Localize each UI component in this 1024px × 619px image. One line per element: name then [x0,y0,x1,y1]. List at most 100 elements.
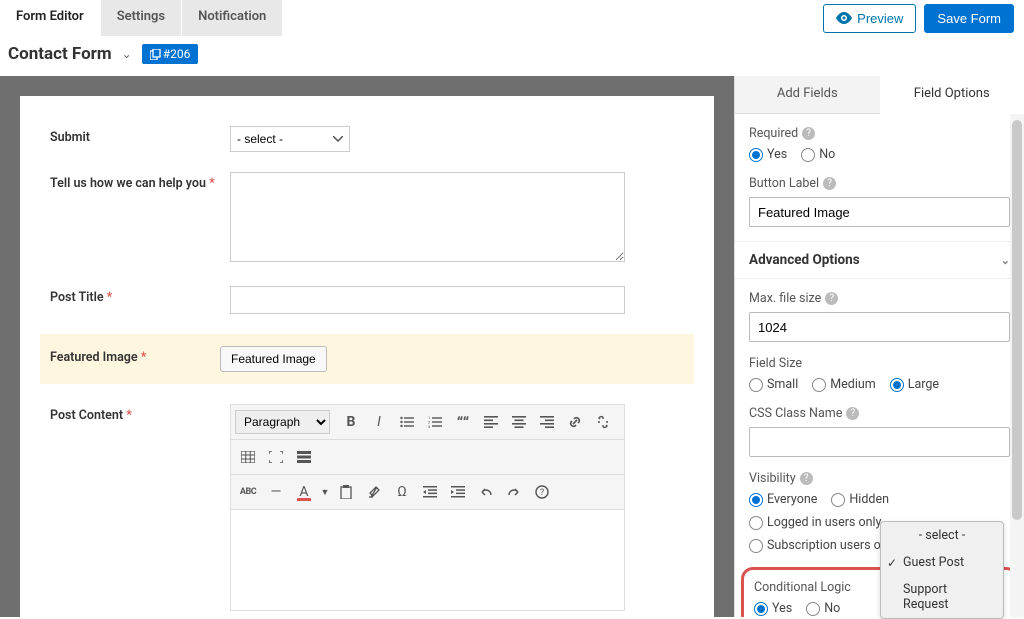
radio-vis-logged[interactable]: Logged in users only [749,515,881,530]
special-char-icon[interactable]: Ω [389,479,415,505]
radio-required-no[interactable]: No [801,147,835,162]
help-icon[interactable]: ? [825,292,838,305]
label-conditional: Conditional Logic [754,580,851,595]
help-textarea[interactable] [230,172,625,262]
field-help[interactable]: Tell us how we can help you * [50,172,684,266]
advanced-options-header[interactable]: Advanced Options ⌄ [735,241,1024,279]
cond-value-dropdown: - select - ✓Guest Post Support Request [880,521,1004,619]
help-icon[interactable]: ? [529,479,555,505]
bullet-list-icon[interactable] [394,409,420,435]
chevron-down-icon[interactable]: ⌄ [122,47,132,61]
field-label: Submit [50,126,230,152]
group-max-size: Max. file size ? [749,291,1010,342]
clear-format-icon[interactable] [361,479,387,505]
help-icon[interactable]: ? [823,177,836,190]
label-required: Required [749,126,798,141]
rte-toolbar-2 [231,440,624,475]
undo-icon[interactable] [473,479,499,505]
label-field-size: Field Size [749,356,802,371]
bold-icon[interactable]: B [338,409,364,435]
field-label: Post Title * [50,286,230,314]
form-canvas: Submit - select - Tell us how we can hel… [20,96,714,617]
radio-size-medium[interactable]: Medium [812,377,875,392]
save-form-button[interactable]: Save Form [924,4,1014,33]
form-id-text: #206 [163,47,191,61]
group-required: Required ? Yes No [749,126,1010,162]
rte-format-select[interactable]: Paragraph [235,410,330,434]
field-label: Tell us how we can help you * [50,172,230,266]
max-size-input[interactable] [749,312,1010,342]
radio-cond-yes[interactable]: Yes [754,601,792,616]
post-title-input[interactable] [230,286,625,314]
main-wrap: Submit - select - Tell us how we can hel… [0,76,1024,617]
toolbar-toggle-icon[interactable] [291,444,317,470]
rte-content[interactable] [231,510,624,610]
radio-size-small[interactable]: Small [749,377,798,392]
link-icon[interactable] [562,409,588,435]
unlink-icon[interactable] [590,409,616,435]
tab-form-editor[interactable]: Form Editor [0,0,101,36]
css-class-input[interactable] [749,427,1010,457]
hr-icon[interactable]: — [263,479,289,505]
field-post-title[interactable]: Post Title * [50,286,684,314]
align-left-icon[interactable] [478,409,504,435]
field-post-content[interactable]: Post Content * Paragraph B I 123 [50,404,684,611]
dropdown-header[interactable]: - select - [881,522,1003,549]
field-label: Post Content * [50,404,230,611]
top-bar: Form Editor Settings Notification Previe… [0,0,1024,36]
paste-icon[interactable] [333,479,359,505]
outdent-icon[interactable] [417,479,443,505]
radio-vis-everyone[interactable]: Everyone [749,492,817,507]
indent-icon[interactable] [445,479,471,505]
side-tabs: Add Fields Field Options [735,76,1024,114]
canvas-outer: Submit - select - Tell us how we can hel… [0,76,734,617]
italic-icon[interactable]: I [366,409,392,435]
preview-button[interactable]: Preview [823,4,916,33]
svg-text:?: ? [540,488,544,498]
field-label: Featured Image * [50,346,220,372]
svg-text:3: 3 [428,424,430,428]
number-list-icon[interactable]: 123 [422,409,448,435]
tab-notification[interactable]: Notification [182,0,283,36]
spellcheck-icon[interactable]: ABC [235,479,261,505]
tab-field-options[interactable]: Field Options [880,76,1024,114]
field-submit[interactable]: Submit - select - [50,126,684,152]
dropdown-opt-guest-post[interactable]: ✓Guest Post [881,549,1003,576]
radio-required-yes[interactable]: Yes [749,147,787,162]
scrollbar-track[interactable] [1010,114,1024,617]
align-right-icon[interactable] [534,409,560,435]
rte-toolbar-1: Paragraph B I 123 ““ [231,405,624,440]
quote-icon[interactable]: ““ [450,409,476,435]
preview-label: Preview [857,11,903,26]
radio-vis-subs[interactable]: Subscription users only [749,538,897,553]
label-max-size: Max. file size [749,291,821,306]
radio-cond-no[interactable]: No [806,601,840,616]
redo-icon[interactable] [501,479,527,505]
featured-image-button[interactable]: Featured Image [220,346,327,372]
help-icon[interactable]: ? [800,472,813,485]
submit-select[interactable]: - select - [230,126,350,152]
dropdown-icon[interactable]: ▼ [319,479,331,505]
dropdown-opt-support-request[interactable]: Support Request [881,576,1003,618]
copy-icon [150,49,161,60]
form-id-badge[interactable]: #206 [142,44,199,64]
radio-vis-hidden[interactable]: Hidden [831,492,889,507]
label-visibility: Visibility [749,471,796,486]
button-label-input[interactable] [749,197,1010,227]
help-icon[interactable]: ? [802,127,815,140]
help-icon[interactable]: ? [846,407,859,420]
align-center-icon[interactable] [506,409,532,435]
radio-size-large[interactable]: Large [890,377,939,392]
text-color-icon[interactable]: A [291,479,317,505]
scrollbar-thumb[interactable] [1012,120,1022,520]
group-button-label: Button Label ? [749,176,1010,227]
fullscreen-icon[interactable] [263,444,289,470]
table-icon[interactable] [235,444,261,470]
field-featured-image[interactable]: Featured Image * Featured Image [40,334,694,384]
form-title: Contact Form [8,44,112,64]
title-bar: Contact Form ⌄ #206 [0,36,1024,76]
tab-settings[interactable]: Settings [101,0,182,36]
rich-text-editor: Paragraph B I 123 ““ [230,404,625,611]
main-tabs: Form Editor Settings Notification [0,0,283,36]
tab-add-fields[interactable]: Add Fields [735,76,880,114]
